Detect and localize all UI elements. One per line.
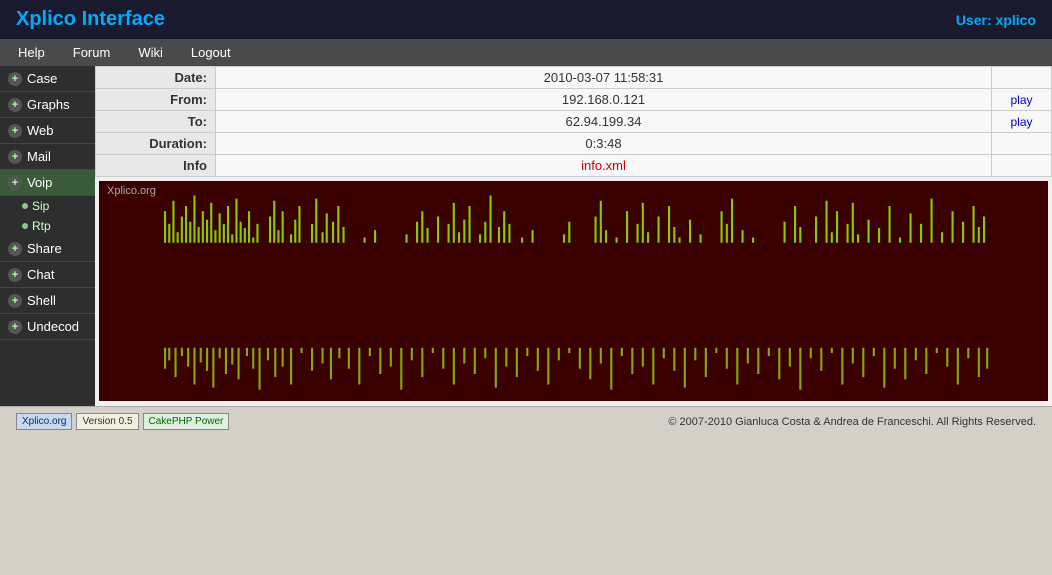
nav-wiki[interactable]: Wiki (124, 39, 177, 66)
sidebar-sub-rtp[interactable]: Rtp (0, 216, 95, 236)
header: Xplico Interface User: xplico (0, 0, 1052, 39)
sidebar-item-label: Undecod (27, 319, 79, 334)
sidebar-item-label: Share (27, 241, 62, 256)
sidebar-item-voip[interactable]: + Voip (0, 170, 95, 196)
sidebar-item-label: Graphs (27, 97, 70, 112)
sidebar: + Case + Graphs + Web + Mail + Voip Sip … (0, 66, 95, 406)
play-to-link[interactable]: play (1010, 115, 1032, 129)
info-link[interactable]: info.xml (581, 158, 626, 173)
sidebar-item-label: Shell (27, 293, 56, 308)
label-duration: Duration: (96, 133, 216, 155)
navbar: Help Forum Wiki Logout (0, 39, 1052, 66)
value-from: 192.168.0.121 (216, 89, 992, 111)
info-table: Date: 2010-03-07 11:58:31 From: 192.168.… (95, 66, 1052, 177)
waveform-container: Xplico.org (99, 181, 1048, 401)
nav-help[interactable]: Help (4, 39, 59, 66)
voip-icon: + (8, 176, 22, 190)
play-to[interactable]: play (992, 111, 1052, 133)
sip-dot (22, 203, 28, 209)
value-date: 2010-03-07 11:58:31 (216, 67, 992, 89)
play-from-link[interactable]: play (1010, 93, 1032, 107)
sidebar-item-label: Web (27, 123, 54, 138)
undecod-icon: + (8, 320, 22, 334)
sidebar-item-share[interactable]: + Share (0, 236, 95, 262)
waveform-label: Xplico.org (107, 185, 156, 197)
sidebar-sub-label: Rtp (32, 219, 51, 233)
table-row-from: From: 192.168.0.121 play (96, 89, 1052, 111)
value-to: 62.94.199.34 (216, 111, 992, 133)
sidebar-item-label: Mail (27, 149, 51, 164)
username: xplico (996, 12, 1036, 28)
label-from: From: (96, 89, 216, 111)
sidebar-item-shell[interactable]: + Shell (0, 288, 95, 314)
play-duration (992, 133, 1052, 155)
label-to: To: (96, 111, 216, 133)
badge-cake: CakePHP Power (143, 413, 230, 430)
shell-icon: + (8, 294, 22, 308)
sidebar-item-label: Case (27, 71, 57, 86)
case-icon: + (8, 72, 22, 86)
sidebar-item-undecod[interactable]: + Undecod (0, 314, 95, 340)
sidebar-item-case[interactable]: + Case (0, 66, 95, 92)
table-row-to: To: 62.94.199.34 play (96, 111, 1052, 133)
footer-badges: Xplico.org Version 0.5 CakePHP Power (16, 413, 229, 430)
sidebar-item-label: Chat (27, 267, 54, 282)
logo-colored: Interface (82, 8, 165, 30)
graphs-icon: + (8, 98, 22, 112)
sidebar-item-mail[interactable]: + Mail (0, 144, 95, 170)
user-label: User: (956, 12, 992, 28)
value-duration: 0:3:48 (216, 133, 992, 155)
nav-logout[interactable]: Logout (177, 39, 245, 66)
sidebar-item-web[interactable]: + Web (0, 118, 95, 144)
logo-plain: Xplico (16, 8, 76, 30)
table-row-info: Info info.xml (96, 155, 1052, 177)
web-icon: + (8, 124, 22, 138)
user-info: User: xplico (956, 12, 1036, 28)
label-info: Info (96, 155, 216, 177)
waveform-svg (103, 185, 1044, 395)
footer: Xplico.org Version 0.5 CakePHP Power © 2… (0, 406, 1052, 436)
label-date: Date: (96, 67, 216, 89)
footer-copyright: © 2007-2010 Gianluca Costa & Andrea de F… (668, 416, 1036, 428)
chat-icon: + (8, 268, 22, 282)
sidebar-sub-sip[interactable]: Sip (0, 196, 95, 216)
sidebar-item-label: Voip (27, 175, 52, 190)
play-date (992, 67, 1052, 89)
rtp-dot (22, 223, 28, 229)
table-row-date: Date: 2010-03-07 11:58:31 (96, 67, 1052, 89)
play-from[interactable]: play (992, 89, 1052, 111)
content: Date: 2010-03-07 11:58:31 From: 192.168.… (95, 66, 1052, 406)
badge-xplico: Xplico.org (16, 413, 72, 430)
badge-version: Version 0.5 (76, 413, 138, 430)
main: + Case + Graphs + Web + Mail + Voip Sip … (0, 66, 1052, 406)
sidebar-sub-label: Sip (32, 199, 49, 213)
sidebar-item-graphs[interactable]: + Graphs (0, 92, 95, 118)
sidebar-item-chat[interactable]: + Chat (0, 262, 95, 288)
nav-forum[interactable]: Forum (59, 39, 125, 66)
play-info (992, 155, 1052, 177)
table-row-duration: Duration: 0:3:48 (96, 133, 1052, 155)
share-icon: + (8, 242, 22, 256)
value-info[interactable]: info.xml (216, 155, 992, 177)
mail-icon: + (8, 150, 22, 164)
logo: Xplico Interface (16, 8, 165, 31)
